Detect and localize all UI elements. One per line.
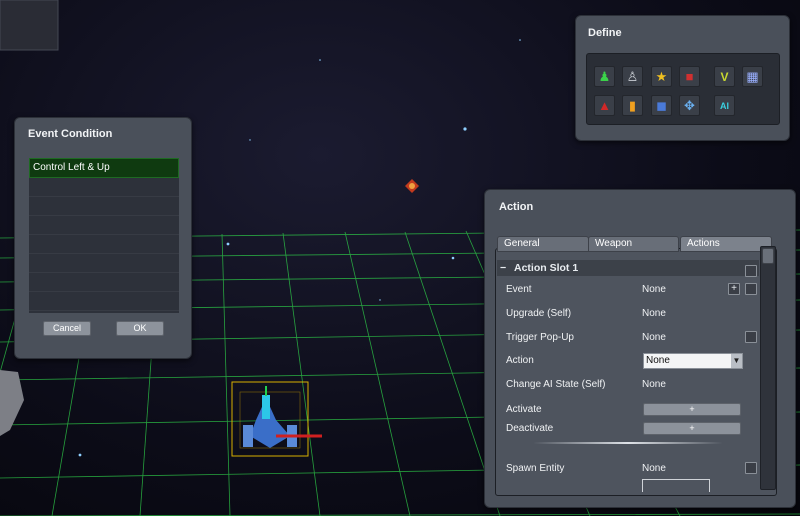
spawn-entity-label: Spawn Entity (506, 463, 565, 474)
section-divider (533, 442, 723, 444)
cancel-button[interactable]: Cancel (43, 321, 91, 336)
action-panel: Action General Weapon Actions − Action S… (484, 189, 796, 508)
list-item[interactable] (29, 235, 179, 254)
define-panel: Define ♟ ♙ ★ ■ V ▦ ▲ ▮ ◼ ✥ AI (575, 15, 790, 141)
action-slot-header[interactable]: − Action Slot 1 (497, 260, 759, 276)
ok-button[interactable]: OK (116, 321, 164, 336)
tab-general[interactable]: General (497, 236, 589, 252)
chevron-down-icon[interactable]: ▼ (731, 354, 742, 368)
trigger-popup-value[interactable]: None (642, 332, 666, 343)
crosshair-icon[interactable]: ✥ (679, 95, 700, 116)
list-item[interactable] (29, 216, 179, 235)
list-item[interactable] (29, 178, 179, 197)
define-title: Define (588, 27, 622, 39)
green-soldier-icon[interactable]: ♟ (594, 66, 615, 87)
change-ai-value[interactable]: None (642, 379, 666, 390)
bullet-icon[interactable]: ▮ (622, 95, 643, 116)
star-badge-icon[interactable]: ★ (651, 66, 672, 87)
player-ship (231, 381, 322, 457)
action-label: Action (506, 355, 534, 366)
ai-text-icon[interactable]: AI (714, 95, 735, 116)
grid-panel-icon[interactable]: ▦ (742, 66, 763, 87)
collapse-icon[interactable]: − (500, 260, 506, 276)
condition-list: Control Left & Up (29, 158, 179, 313)
upgrade-label: Upgrade (Self) (506, 308, 572, 319)
enemy-ship (405, 179, 419, 193)
action-dropdown[interactable]: None ▼ (643, 353, 743, 369)
event-condition-panel: Event Condition Control Left & Up Cancel… (14, 117, 192, 359)
event-checkbox[interactable] (745, 283, 757, 295)
action-dropdown-value: None (646, 355, 670, 366)
trigger-popup-label: Trigger Pop-Up (506, 332, 574, 343)
trigger-popup-checkbox[interactable] (745, 331, 757, 343)
spawn-entity-value[interactable]: None (642, 463, 666, 474)
deactivate-add-button[interactable]: + (643, 422, 741, 435)
deactivate-label: Deactivate (506, 423, 554, 434)
event-label: Event (506, 284, 532, 295)
tab-actions[interactable]: Actions (680, 236, 772, 252)
list-item[interactable] (29, 292, 179, 311)
list-item[interactable] (29, 197, 179, 216)
event-condition-title: Event Condition (28, 128, 113, 140)
red-mushroom-icon[interactable]: ▲ (594, 95, 615, 116)
list-item[interactable] (29, 254, 179, 273)
activate-label: Activate (506, 404, 542, 415)
list-item[interactable]: Control Left & Up (29, 158, 179, 178)
action-slot-title: Action Slot 1 (514, 262, 579, 274)
spawn-entity-field[interactable] (642, 479, 710, 492)
v-letter-icon[interactable]: V (714, 66, 735, 87)
action-scrollbar[interactable] (760, 246, 776, 490)
slot-checkbox[interactable] (745, 265, 757, 277)
list-item[interactable] (29, 273, 179, 292)
upgrade-value[interactable]: None (642, 308, 666, 319)
change-ai-label: Change AI State (Self) (506, 379, 606, 390)
event-add-button[interactable]: + (728, 283, 740, 295)
spawn-entity-checkbox[interactable] (745, 462, 757, 474)
event-value[interactable]: None (642, 284, 666, 295)
activate-add-button[interactable]: + (643, 403, 741, 416)
scroll-thumb[interactable] (762, 248, 774, 264)
tab-weapon[interactable]: Weapon (588, 236, 679, 252)
robot-icon[interactable]: ♙ (622, 66, 643, 87)
red-gamepad-icon[interactable]: ■ (679, 66, 700, 87)
action-title: Action (499, 201, 534, 213)
shield-icon[interactable]: ◼ (651, 95, 672, 116)
